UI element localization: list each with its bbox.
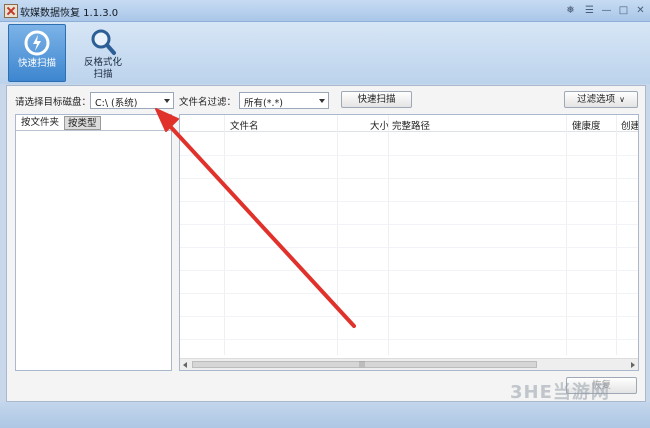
category-tab-pane: 按文件夹 按类型 — [15, 114, 172, 371]
toolbar: 快速扫描 反格式化 扫描 — [0, 22, 650, 84]
tab-by-type[interactable]: 按类型 — [64, 116, 101, 130]
column-separator — [337, 115, 338, 355]
disk-select-label: 请选择目标磁盘： — [15, 97, 92, 108]
column-header-filename[interactable]: 文件名 — [230, 118, 259, 132]
file-list[interactable]: 文件名 大小 完整路径 健康度 创建 ||| — [179, 114, 639, 371]
scrollbar-thumb[interactable]: ||| — [192, 361, 537, 368]
app-logo-icon — [4, 4, 18, 18]
close-icon[interactable]: ✕ — [632, 4, 649, 17]
site-watermark: 3HE当游网 — [510, 382, 610, 403]
column-separator — [616, 115, 617, 355]
magnifier-icon — [91, 29, 116, 55]
column-separator — [388, 115, 389, 355]
row-divider — [180, 224, 638, 225]
format-scan-tool-button[interactable]: 反格式化 扫描 — [72, 24, 134, 82]
format-scan-tool-label-line1: 反格式化 — [83, 57, 122, 68]
file-list-header: 文件名 大小 完整路径 健康度 创建 — [180, 115, 638, 132]
horizontal-scrollbar[interactable]: ||| — [180, 358, 638, 370]
status-bar — [0, 402, 650, 428]
minimize-icon[interactable]: — — [598, 4, 615, 17]
column-separator — [566, 115, 567, 355]
filter-options-label: 过滤选项 — [577, 94, 616, 105]
column-header-full-path[interactable]: 完整路径 — [392, 118, 430, 132]
disk-select-dropdown[interactable]: C:\ (系统) — [90, 92, 174, 109]
tab-by-folder[interactable]: 按文件夹 — [18, 116, 63, 130]
row-divider — [180, 178, 638, 179]
chevron-down-icon: ∨ — [619, 95, 625, 104]
column-header-health[interactable]: 健康度 — [572, 118, 601, 132]
row-divider — [180, 247, 638, 248]
filename-filter-label: 文件名过滤： — [179, 97, 237, 108]
row-divider — [180, 339, 638, 340]
column-separator — [224, 115, 225, 355]
row-divider — [180, 293, 638, 294]
filename-filter-value: 所有(*.*) — [244, 98, 283, 109]
grip-icon: ||| — [359, 361, 366, 368]
scroll-right-icon[interactable] — [631, 362, 635, 368]
filter-options-button[interactable]: 过滤选项 ∨ — [564, 91, 638, 108]
quick-scan-tool-label: 快速扫描 — [17, 58, 56, 69]
scroll-left-icon[interactable] — [183, 362, 187, 368]
chevron-down-icon — [319, 99, 325, 103]
chevron-down-icon — [164, 99, 170, 103]
main-panel: 请选择目标磁盘： C:\ (系统) 文件名过滤： 所有(*.*) 快速扫描 过滤… — [6, 85, 646, 402]
quick-scan-button[interactable]: 快速扫描 — [341, 91, 412, 108]
row-divider — [180, 201, 638, 202]
quick-scan-tool-button[interactable]: 快速扫描 — [8, 24, 66, 82]
menu-icon[interactable]: ☰ — [581, 4, 598, 17]
format-scan-tool-label-line2: 扫描 — [93, 69, 113, 80]
column-header-size[interactable]: 大小 — [370, 118, 389, 132]
title-bar: 软媒数据恢复 1.1.3.0 ❅ ☰ — □ ✕ — [0, 0, 650, 22]
column-header-created[interactable]: 创建 — [621, 118, 638, 132]
disk-select-value: C:\ (系统) — [95, 98, 138, 109]
lightning-search-icon — [24, 30, 50, 56]
window-title: 软媒数据恢复 1.1.3.0 — [20, 8, 119, 19]
maximize-icon[interactable]: □ — [615, 4, 632, 17]
row-divider — [180, 316, 638, 317]
filename-filter-dropdown[interactable]: 所有(*.*) — [239, 92, 329, 109]
tab-divider — [16, 130, 171, 131]
row-divider — [180, 270, 638, 271]
row-divider — [180, 155, 638, 156]
shirt-icon[interactable]: ❅ — [562, 4, 579, 17]
